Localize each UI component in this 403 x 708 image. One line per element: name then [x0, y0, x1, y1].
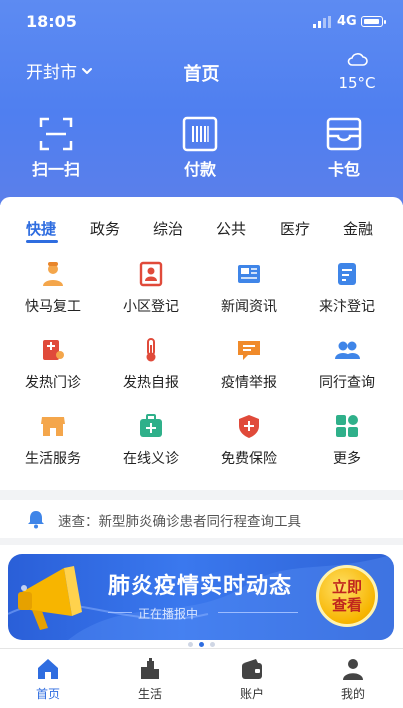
service-label: 新闻资讯 [221, 299, 277, 315]
banner-subtitle: 正在播报中 [138, 607, 199, 621]
wallet-icon [326, 117, 362, 151]
cta-line-1: 立即 [331, 578, 362, 596]
service-item[interactable]: 小区登记 [106, 260, 196, 316]
cloud-icon [347, 53, 368, 66]
epidemic-banner[interactable]: 肺炎疫情实时动态 正在播报中 立即 查看 [8, 554, 394, 640]
message-icon [238, 341, 260, 360]
header: 18:05 4G 开封市 首页 15°C 扫一扫 付款 卡包 [0, 0, 403, 205]
scan-icon [39, 117, 73, 151]
service-label: 疫情举报 [221, 375, 277, 391]
shield-icon [239, 415, 259, 438]
service-item[interactable]: 快马复工 [8, 260, 98, 316]
tabbar-label: 生活 [137, 687, 162, 701]
megaphone-icon [18, 566, 82, 630]
service-item[interactable]: 新闻资讯 [204, 260, 294, 316]
tab-governance[interactable]: 综治 [153, 218, 183, 239]
tab-medical[interactable]: 医疗 [280, 218, 310, 239]
service-label: 更多 [333, 451, 361, 467]
user-icon [343, 659, 363, 680]
tabbar-label: 首页 [35, 687, 60, 701]
service-label: 快马复工 [25, 299, 81, 315]
bottom-tab-bar: 首页 生活 账户 我的 [0, 648, 403, 708]
banner-divider [108, 612, 132, 613]
service-item[interactable]: 同行查询 [302, 336, 392, 392]
id-card-icon [139, 261, 163, 287]
service-item[interactable]: 免费保险 [204, 412, 294, 468]
service-label: 发热门诊 [25, 375, 81, 391]
home-icon [38, 659, 58, 679]
tab-finance[interactable]: 金融 [343, 218, 373, 239]
wallet-icon [242, 659, 262, 679]
tab-government[interactable]: 政务 [90, 218, 120, 239]
tab-public[interactable]: 公共 [216, 218, 246, 239]
service-item[interactable]: 在线义诊 [106, 412, 196, 468]
card-wallet-label: 卡包 [327, 160, 360, 179]
status-time: 18:05 [26, 12, 77, 31]
carousel-dot[interactable] [210, 642, 215, 647]
service-item[interactable]: 疫情举报 [204, 336, 294, 392]
scan-label: 扫一扫 [31, 160, 80, 179]
carousel-dot[interactable] [188, 642, 193, 647]
banner-divider [218, 612, 298, 613]
service-item[interactable]: 生活服务 [8, 412, 98, 468]
temperature: 15°C [338, 74, 376, 92]
service-label: 在线义诊 [123, 451, 179, 467]
status-bar: 18:05 4G [0, 10, 403, 34]
card-wallet-button[interactable]: 卡包 [304, 116, 384, 180]
medkit-icon [140, 414, 162, 437]
service-label: 来汴登记 [319, 299, 375, 315]
people-icon [335, 341, 360, 359]
pay-label: 付款 [183, 160, 216, 179]
worker-icon [43, 262, 63, 286]
service-item[interactable]: 发热自报 [106, 336, 196, 392]
city-icon [141, 658, 159, 679]
service-item[interactable]: 发热门诊 [8, 336, 98, 392]
tabbar-label: 账户 [239, 687, 264, 701]
weather-widget[interactable]: 15°C [337, 50, 377, 92]
tab-shortcut[interactable]: 快捷 [26, 218, 56, 239]
battery-icon [361, 16, 386, 27]
bell-icon [28, 511, 44, 529]
tabbar-account[interactable]: 账户 [222, 657, 282, 702]
scan-button[interactable]: 扫一扫 [16, 116, 96, 180]
service-label: 同行查询 [319, 375, 375, 391]
service-label: 免费保险 [221, 451, 277, 467]
newspaper-icon [238, 265, 260, 283]
tabbar-life[interactable]: 生活 [120, 657, 180, 702]
tabbar-label: 我的 [340, 687, 365, 701]
notice-text: 速查：新型肺炎确诊患者同行程查询工具 [58, 514, 301, 530]
tabbar-home[interactable]: 首页 [18, 657, 78, 702]
form-icon [338, 263, 356, 285]
carousel-dot-active[interactable] [199, 642, 204, 647]
grid-icon [336, 415, 358, 437]
network-type: 4G [337, 14, 357, 29]
service-label: 生活服务 [25, 451, 81, 467]
tabbar-mine[interactable]: 我的 [323, 657, 383, 702]
barcode-icon [182, 116, 218, 152]
banner-title: 肺炎疫情实时动态 [108, 574, 293, 599]
notice-bar[interactable]: 速查：新型肺炎确诊患者同行程查询工具 [0, 500, 403, 538]
cta-line-2: 查看 [331, 596, 362, 614]
shop-icon [41, 417, 65, 436]
service-item[interactable]: 来汴登记 [302, 260, 392, 316]
service-label: 发热自报 [123, 375, 179, 391]
clinic-icon [43, 340, 64, 360]
category-tabs: 快捷 政务 综治 公共 医疗 金融 [0, 218, 403, 242]
active-tab-indicator [26, 240, 58, 243]
thermometer-icon [146, 338, 156, 362]
pay-button[interactable]: 付款 [160, 116, 240, 180]
view-now-button[interactable]: 立即 查看 [316, 565, 378, 627]
service-label: 小区登记 [123, 299, 179, 315]
service-item[interactable]: 更多 [302, 412, 392, 468]
signal-icon [313, 16, 331, 28]
